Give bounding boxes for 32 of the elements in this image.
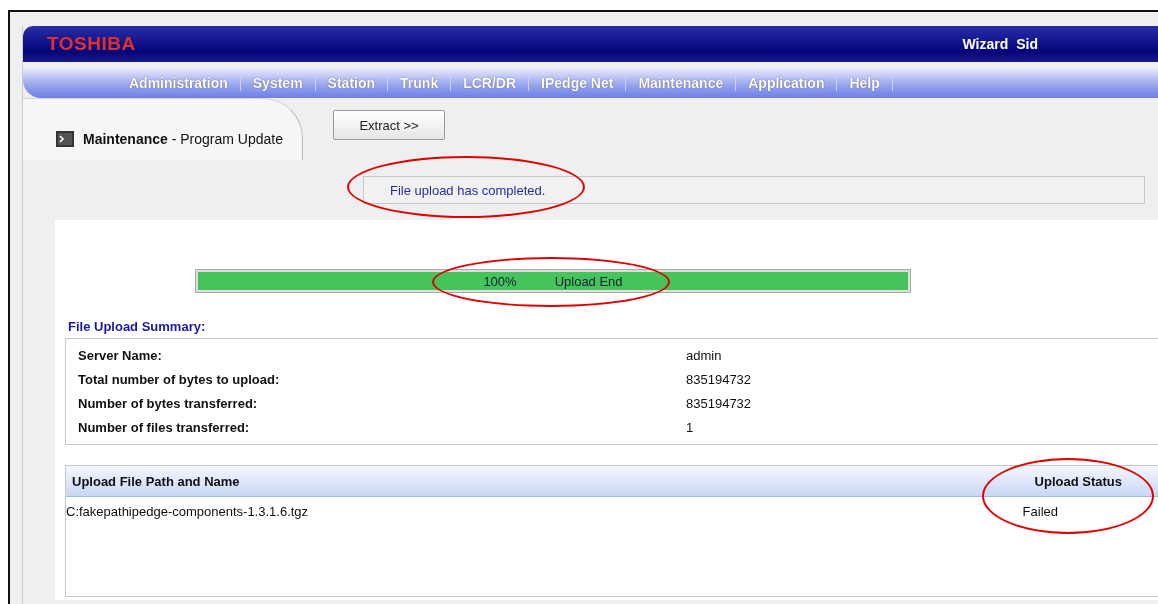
summary-label: Total number of bytes to upload:	[78, 371, 281, 387]
progress-label: Upload End	[554, 273, 623, 289]
page-title: Maintenance - Program Update	[83, 130, 283, 147]
nav-menu-item[interactable]: System	[240, 75, 316, 91]
summary-label: Number of bytes transferred:	[78, 395, 259, 411]
table-cell: C:fakepathipedge-components-1.3.1.6.tgz	[66, 504, 309, 519]
terminal-icon	[55, 128, 75, 149]
progress-percent: 100%	[483, 273, 517, 289]
nav-menu-item[interactable]: Administration	[109, 75, 241, 91]
summary-value: 835194732	[686, 395, 753, 411]
column-header: Upload File Path and Name	[72, 473, 240, 489]
logo: TOSHIBA	[47, 33, 136, 55]
nav-menu-item[interactable]: Application	[736, 75, 838, 91]
nav-menu-item[interactable]: Station	[315, 75, 389, 91]
nav-menu-item[interactable]: Trunk	[388, 75, 452, 91]
nav-menu-item[interactable]: LCR/DR	[451, 75, 530, 91]
page-tab[interactable]: Maintenance - Program Update	[23, 98, 303, 160]
user-label: Wizard	[962, 36, 1009, 52]
nav-menu-item[interactable]: IPedge Net	[529, 75, 627, 91]
nav-menu-item[interactable]: Maintenance	[626, 75, 737, 91]
summary-label: Number of files transferred:	[78, 419, 251, 435]
table-cell: Failed	[1022, 504, 1058, 519]
column-header: Upload Status	[1034, 473, 1122, 489]
nav-menu-item[interactable]: Help	[837, 75, 893, 91]
summary-value: 1	[686, 419, 695, 435]
summary-value: admin	[686, 347, 723, 363]
extract-button[interactable]: Extract >>	[333, 110, 445, 140]
status-message-field: File upload has completed.	[363, 176, 1145, 204]
summary-heading: File Upload Summary:	[68, 319, 207, 334]
summary-value: 835194732	[686, 371, 753, 387]
user-name: Sid	[1016, 36, 1038, 52]
summary-label: Server Name:	[78, 347, 163, 363]
